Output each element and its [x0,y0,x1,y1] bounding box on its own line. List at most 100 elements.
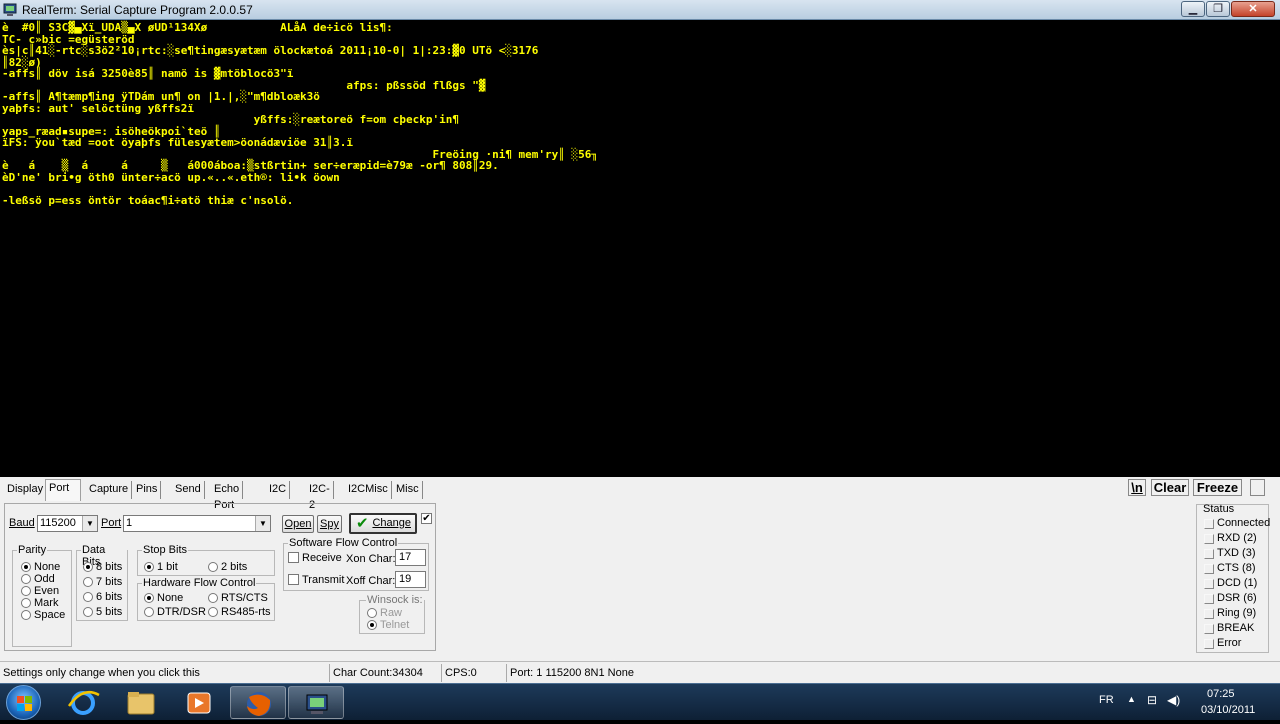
status-cts-label: CTS (8) [1217,562,1256,574]
taskbar-media-player[interactable] [171,686,227,719]
radio-icon [21,610,31,620]
parity-space-radio[interactable]: Space [21,609,65,621]
xon-input[interactable]: 17 [395,549,426,566]
taskbar-realterm[interactable] [288,686,344,719]
newline-button[interactable]: \n [1128,479,1146,496]
checkbox-icon [288,574,299,585]
tab-i2cmisc[interactable]: I2CMisc [345,481,392,499]
folder-icon [127,692,155,715]
stopbits-2-radio[interactable]: 2 bits [208,561,247,573]
clear-button[interactable]: Clear [1151,479,1189,496]
window-title: RealTerm: Serial Capture Program 2.0.0.5… [22,3,253,17]
status-connected: Connected [1204,517,1270,530]
sw-transmit-label: Transmit [302,574,345,586]
hwflow-rs485-radio[interactable]: RS485-rts [208,606,271,618]
hwflow-dtrdsr-radio[interactable]: DTR/DSR [144,606,206,618]
databits-7-radio[interactable]: 7 bits [83,576,122,588]
status-rxd: RXD (2) [1204,532,1257,545]
freeze-checkbox[interactable] [1250,479,1265,496]
radio-icon [83,592,93,602]
port-select[interactable]: 1 ▼ [123,515,271,532]
parity-mark-radio[interactable]: Mark [21,597,58,609]
terminal-line: -leßsö p=ess öntör toáac¶i÷atö thiæ c'ns… [2,193,294,207]
parity-even-radio[interactable]: Even [21,585,59,597]
xoff-label: Xoff Char: [346,575,396,587]
change-checkbox[interactable]: ✔ [421,513,432,524]
language-indicator[interactable]: FR [1099,694,1114,706]
terminal-output[interactable]: è #0║ S3C▓▄Xï_UDA▒▄X øUD¹134Xø ALåA de÷i… [0,20,1280,477]
radio-icon [144,593,154,603]
tab-pins[interactable]: Pins [133,481,162,499]
taskbar-explorer[interactable] [113,686,169,719]
parity-none-radio[interactable]: None [21,561,60,573]
close-button[interactable]: ✕ [1231,1,1275,17]
status-dsr: DSR (6) [1204,592,1257,605]
status-break-label: BREAK [1217,622,1255,634]
tab-i2c[interactable]: I2C [266,481,291,499]
start-button[interactable] [6,685,41,720]
status-connected-label: Connected [1217,517,1271,529]
chevron-down-icon: ▼ [82,516,97,531]
port-tab-body: Baud 115200 ▼ Port 1 ▼ Open Spy ✔ Change ✔… [4,503,436,651]
databits-5-radio[interactable]: 5 bits [83,606,122,618]
hwflow-none-radio[interactable]: None [144,592,183,604]
winsock-telnet-label: Telnet [380,619,410,631]
open-button[interactable]: Open [282,515,314,533]
tab-i2c-2[interactable]: I2C-2 [306,481,334,511]
tab-capture[interactable]: Capture [86,481,133,499]
sw-receive-checkbox[interactable]: Receive [288,552,342,564]
sw-transmit-checkbox[interactable]: Transmit [288,574,344,586]
terminal-line: -affs║ döv isá 3250è85║ namö is ▓mtöbloc… [2,67,294,80]
winsock-telnet-radio[interactable]: Telnet [367,619,409,631]
realterm-icon [306,694,328,714]
change-button[interactable]: ✔ Change [349,513,417,534]
radio-icon [208,562,218,572]
databits-5-label: 5 bits [96,606,123,618]
spy-button[interactable]: Spy [317,515,342,533]
winsock-raw-label: Raw [380,607,403,619]
databits-7-label: 7 bits [96,576,123,588]
status-dsr-label: DSR (6) [1217,592,1257,604]
winsock-raw-radio[interactable]: Raw [367,607,402,619]
hwflow-rtscts-radio[interactable]: RTS/CTS [208,592,268,604]
sw-receive-label: Receive [302,552,342,564]
stop-bits-group: Stop Bits 1 bit 2 bits [137,544,275,576]
tab-send[interactable]: Send [172,481,205,499]
baud-select[interactable]: 115200 ▼ [37,515,98,532]
tab-port[interactable]: Port [45,479,81,501]
minimize-button[interactable]: ▁ [1181,1,1205,17]
hw-flow-group: Hardware Flow Control None RTS/CTS DTR/D… [137,577,275,621]
stopbits-1-radio[interactable]: 1 bit [144,561,178,573]
stopbits-2-label: 2 bits [221,561,248,573]
maximize-button[interactable]: ❐ [1206,1,1230,17]
network-icon[interactable]: ⊟ [1147,693,1157,707]
tab-echo-port[interactable]: Echo Port [211,481,244,511]
status-dcd: DCD (1) [1204,577,1257,590]
databits-8-label: 8 bits [96,561,123,573]
taskbar-firefox[interactable] [230,686,286,719]
clock-date[interactable]: 03/10/2011 [1201,704,1255,716]
tab-misc[interactable]: Misc [393,481,423,499]
radio-icon [208,607,218,617]
volume-icon[interactable]: ◀) [1167,693,1180,707]
parity-odd-radio[interactable]: Odd [21,573,55,585]
radio-icon [83,577,93,587]
window-titlebar: RealTerm: Serial Capture Program 2.0.0.5… [0,0,1280,20]
status-title: Status [1203,503,1235,515]
databits-6-radio[interactable]: 6 bits [83,591,122,603]
taskbar-ie[interactable] [55,686,111,719]
tab-display[interactable]: Display [4,481,48,499]
status-txd: TXD (3) [1204,547,1256,560]
stop-bits-title: Stop Bits [142,544,189,556]
show-hidden-icons-icon[interactable]: ▲ [1127,694,1136,704]
freeze-button[interactable]: Freeze [1193,479,1242,496]
status-group: Status Connected RXD (2) TXD (3) CTS (8)… [1196,503,1270,653]
clock-time[interactable]: 07:25 [1207,688,1235,700]
status-led-icon [1204,519,1214,529]
status-error: Error [1204,637,1241,650]
hw-flow-title: Hardware Flow Control [142,577,257,589]
app-icon [3,3,17,16]
databits-8-radio[interactable]: 8 bits [83,561,122,573]
xoff-input[interactable]: 19 [395,571,426,588]
